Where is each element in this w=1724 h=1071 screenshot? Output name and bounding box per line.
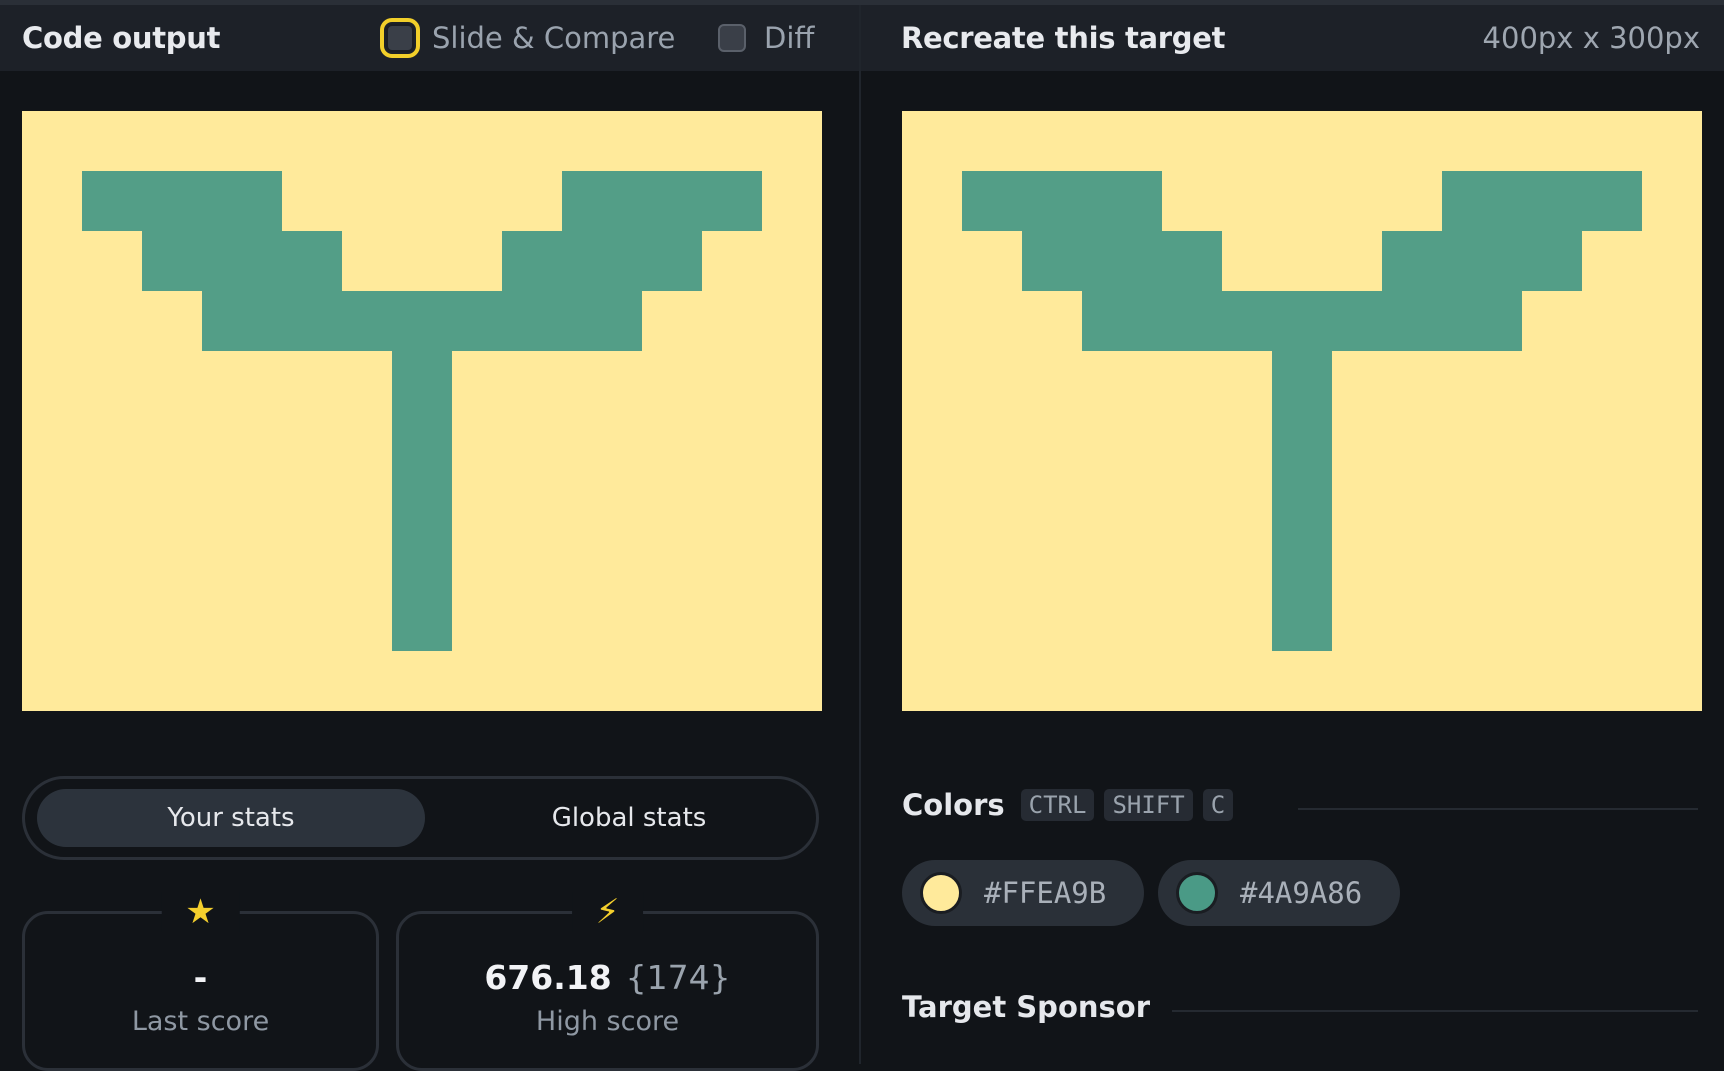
divider <box>1298 808 1698 810</box>
slide-compare-toggle[interactable]: Slide & Compare <box>380 5 675 71</box>
last-score-label: Last score <box>131 1006 270 1037</box>
last-score-card: ★ - Last score <box>22 892 379 1071</box>
shortcut-key-ctrl: CTRL <box>1020 789 1095 821</box>
high-score-extra: {174} <box>625 958 731 997</box>
target-canvas <box>902 111 1702 711</box>
high-score-value: 676.18 <box>484 958 612 997</box>
divider <box>1172 1010 1698 1012</box>
shape-block <box>142 231 342 291</box>
code-output-panel: Code output Slide & Compare Diff Your st… <box>0 5 861 1071</box>
diff-toggle[interactable]: Diff <box>718 5 814 71</box>
colors-section-header: Colors CTRL SHIFT C <box>902 788 1234 822</box>
shape-block <box>1382 231 1582 291</box>
high-score-label: High score <box>535 1006 680 1037</box>
color-hex: #FFEA9B <box>984 876 1107 910</box>
target-title: Recreate this target <box>901 21 1226 55</box>
diff-checkbox[interactable] <box>718 24 746 52</box>
shape-block <box>502 231 702 291</box>
lightning-icon: ⚡ <box>571 892 644 932</box>
high-score-card: ⚡ 676.18 {174} High score <box>396 892 819 1071</box>
shape-block <box>82 171 282 231</box>
color-hex: #4A9A86 <box>1240 876 1363 910</box>
color-swatch-cream[interactable]: #FFEA9B <box>902 860 1144 926</box>
target-header: Recreate this target 400px x 300px <box>861 5 1724 71</box>
slide-compare-checkbox[interactable] <box>380 18 420 58</box>
color-dot <box>920 872 962 914</box>
shape-stem <box>392 351 452 651</box>
shape-block <box>562 171 762 231</box>
star-icon: ★ <box>161 892 240 932</box>
sponsor-title: Target Sponsor <box>902 990 1151 1024</box>
code-output-canvas[interactable] <box>22 111 822 711</box>
high-score-value-row: 676.18 {174} <box>399 958 816 997</box>
shape-block <box>1082 291 1522 351</box>
shortcut-key-shift: SHIFT <box>1104 789 1193 821</box>
tab-global-stats[interactable]: Global stats <box>435 789 823 847</box>
shape-block <box>202 291 642 351</box>
color-dot <box>1176 872 1218 914</box>
sponsor-section-header: Target Sponsor <box>902 990 1150 1024</box>
shape-stem <box>1272 351 1332 651</box>
code-output-header: Code output Slide & Compare Diff <box>0 5 859 71</box>
target-panel: Recreate this target 400px x 300px Color… <box>861 5 1724 1064</box>
shape-block <box>1022 231 1222 291</box>
stats-tab-switcher: Your stats Global stats <box>22 776 819 860</box>
diff-label[interactable]: Diff <box>764 21 814 55</box>
color-swatch-green[interactable]: #4A9A86 <box>1158 860 1400 926</box>
target-dimensions: 400px x 300px <box>1482 21 1700 55</box>
slide-compare-label[interactable]: Slide & Compare <box>432 21 675 55</box>
shortcut-key-c: C <box>1202 789 1234 821</box>
shape-block <box>1442 171 1642 231</box>
shape-block <box>962 171 1162 231</box>
code-output-title: Code output <box>22 21 221 55</box>
last-score-value: - <box>193 958 208 997</box>
tab-your-stats[interactable]: Your stats <box>37 789 425 847</box>
colors-title: Colors <box>902 788 1005 822</box>
